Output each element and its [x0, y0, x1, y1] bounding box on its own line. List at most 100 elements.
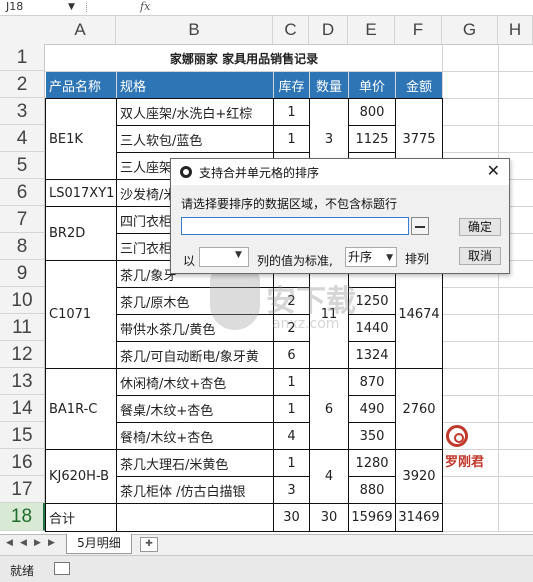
- row-header-6[interactable]: 6: [0, 179, 45, 206]
- cell-spec[interactable]: 茶几大理石/米黄色: [116, 449, 274, 477]
- header-unit-price[interactable]: 单价: [349, 72, 395, 98]
- name-box[interactable]: J18: [6, 0, 66, 14]
- cell-unit-price[interactable]: 1125: [348, 125, 396, 153]
- watermark: 安下载 anxz.com: [210, 270, 370, 350]
- last-sheet-icon[interactable]: ▶: [48, 538, 55, 548]
- name-box-dropdown-icon[interactable]: ▼: [68, 0, 75, 14]
- row-header-17[interactable]: 17: [0, 476, 45, 503]
- cell-spec[interactable]: 餐桌/木纹+杏色: [116, 395, 274, 423]
- cell-stock[interactable]: 4: [273, 422, 310, 450]
- chevron-down-icon[interactable]: ▼: [386, 249, 393, 267]
- row-header-18[interactable]: 18: [0, 503, 45, 531]
- next-sheet-icon[interactable]: ▶: [34, 538, 41, 548]
- row-header-3[interactable]: 3: [0, 98, 45, 125]
- cell-quantity-total[interactable]: 30: [309, 503, 349, 532]
- row-header-13[interactable]: 13: [0, 368, 45, 395]
- status-bar: 就绪: [0, 555, 533, 582]
- row-header-8[interactable]: 8: [0, 233, 45, 260]
- order-select[interactable]: 升序 ▼: [345, 247, 397, 267]
- cell-amount-total[interactable]: 31469: [395, 503, 443, 532]
- column-header-e[interactable]: E: [348, 16, 395, 44]
- cell-stock[interactable]: 1: [273, 125, 310, 153]
- header-quantity[interactable]: 数量: [310, 72, 348, 98]
- row-header-7[interactable]: 7: [0, 206, 45, 233]
- insert-function-icon[interactable]: fx: [140, 0, 150, 14]
- cell-spec[interactable]: 休闲椅/木纹+杏色: [116, 368, 274, 396]
- app-icon: [180, 166, 192, 178]
- cell-total-label[interactable]: 合计: [45, 503, 117, 532]
- row-header-4[interactable]: 4: [0, 125, 45, 152]
- column-header-g[interactable]: G: [442, 16, 498, 44]
- cell-stock-total[interactable]: 30: [273, 503, 310, 532]
- header-amount[interactable]: 金额: [396, 72, 442, 98]
- dialog-title-bar[interactable]: 支持合并单元格的排序 ✕: [171, 159, 509, 185]
- cell-unit-price[interactable]: 870: [348, 368, 396, 396]
- cell-spec[interactable]: [116, 503, 274, 532]
- cell-unit-price[interactable]: 1280: [348, 449, 396, 477]
- cell-stock[interactable]: 1: [273, 368, 310, 396]
- by-label: 以: [183, 254, 196, 268]
- close-icon[interactable]: ✕: [487, 161, 500, 180]
- cell-product-br2d[interactable]: BR2D: [45, 206, 117, 261]
- cell-product-be1k[interactable]: BE1K: [45, 98, 117, 180]
- header-product-name[interactable]: 产品名称: [46, 72, 116, 98]
- macro-record-icon[interactable]: [54, 562, 70, 575]
- collapse-range-button[interactable]: [411, 217, 429, 235]
- cell-amount[interactable]: 14674: [395, 260, 443, 369]
- row-header-12[interactable]: 12: [0, 341, 45, 368]
- cell-amount[interactable]: 2760: [395, 368, 443, 450]
- cell-quantity[interactable]: 4: [309, 449, 349, 504]
- first-sheet-icon[interactable]: ◀: [6, 538, 13, 548]
- column-header-c[interactable]: C: [273, 16, 309, 44]
- header-stock[interactable]: 库存: [274, 72, 309, 98]
- ok-button[interactable]: 确定: [459, 218, 501, 236]
- cell-product-ba1r-c[interactable]: BA1R-C: [45, 368, 117, 450]
- column-header-b[interactable]: B: [116, 16, 273, 44]
- cell-product-c1071[interactable]: C1071: [45, 260, 117, 369]
- column-header-h[interactable]: H: [498, 16, 533, 44]
- cell-stock[interactable]: 1: [273, 449, 310, 477]
- row-header-11[interactable]: 11: [0, 314, 45, 341]
- range-input[interactable]: [181, 217, 409, 235]
- insert-sheet-icon[interactable]: ✚: [140, 537, 158, 552]
- cell-spec[interactable]: 茶几柜体 /仿古白描银: [116, 476, 274, 504]
- status-text: 就绪: [10, 564, 35, 578]
- sheet-tab[interactable]: 5月明细: [66, 534, 132, 554]
- cell-stock[interactable]: 1: [273, 395, 310, 423]
- cell-unit-price[interactable]: 490: [348, 395, 396, 423]
- cell-product-kj620h-b[interactable]: KJ620H-B: [45, 449, 117, 504]
- column-header-a[interactable]: A: [45, 16, 116, 44]
- row-header-14[interactable]: 14: [0, 395, 45, 422]
- cell-stock[interactable]: 3: [273, 476, 310, 504]
- cell-unit-price-total[interactable]: 15969: [348, 503, 396, 532]
- cell-unit-price[interactable]: 350: [348, 422, 396, 450]
- column-header-d[interactable]: D: [309, 16, 348, 44]
- header-spec[interactable]: 规格: [117, 72, 273, 98]
- row-header-16[interactable]: 16: [0, 449, 45, 476]
- cell-unit-price[interactable]: 880: [348, 476, 396, 504]
- row-header-2[interactable]: 2: [0, 71, 45, 98]
- row-header-9[interactable]: 9: [0, 260, 45, 287]
- sheet-title[interactable]: 家娜丽家 家具用品销售记录: [46, 45, 442, 71]
- cell-spec[interactable]: 双人座架/水洗白+红棕: [116, 98, 274, 126]
- chevron-down-icon[interactable]: ▼: [235, 250, 242, 260]
- row-header-10[interactable]: 10: [0, 287, 45, 314]
- column-header-f[interactable]: F: [395, 16, 442, 44]
- watermark-subtext: anxz.com: [272, 316, 340, 332]
- cell-stock[interactable]: 1: [273, 98, 310, 126]
- formula-bar: J18 ▼ fx: [0, 0, 533, 16]
- cell-quantity[interactable]: 6: [309, 368, 349, 450]
- watermark-text: 安下载: [266, 284, 356, 319]
- cell-amount[interactable]: 3920: [395, 449, 443, 504]
- row-header-15[interactable]: 15: [0, 422, 45, 449]
- cell-spec[interactable]: 餐椅/木纹+杏色: [116, 422, 274, 450]
- cell-unit-price[interactable]: 800: [348, 98, 396, 126]
- row-header-5[interactable]: 5: [0, 152, 45, 179]
- row-header-1[interactable]: 1: [0, 44, 45, 71]
- order-value: 升序: [348, 250, 373, 264]
- dialog-prompt: 请选择要排序的数据区域，不包含标题行: [181, 197, 398, 211]
- cell-product-ls017xy1[interactable]: LS017XY1: [45, 179, 117, 207]
- prev-sheet-icon[interactable]: ◀: [20, 538, 27, 548]
- cancel-button[interactable]: 取消: [459, 247, 501, 265]
- cell-spec[interactable]: 三人软包/蓝色: [116, 125, 274, 153]
